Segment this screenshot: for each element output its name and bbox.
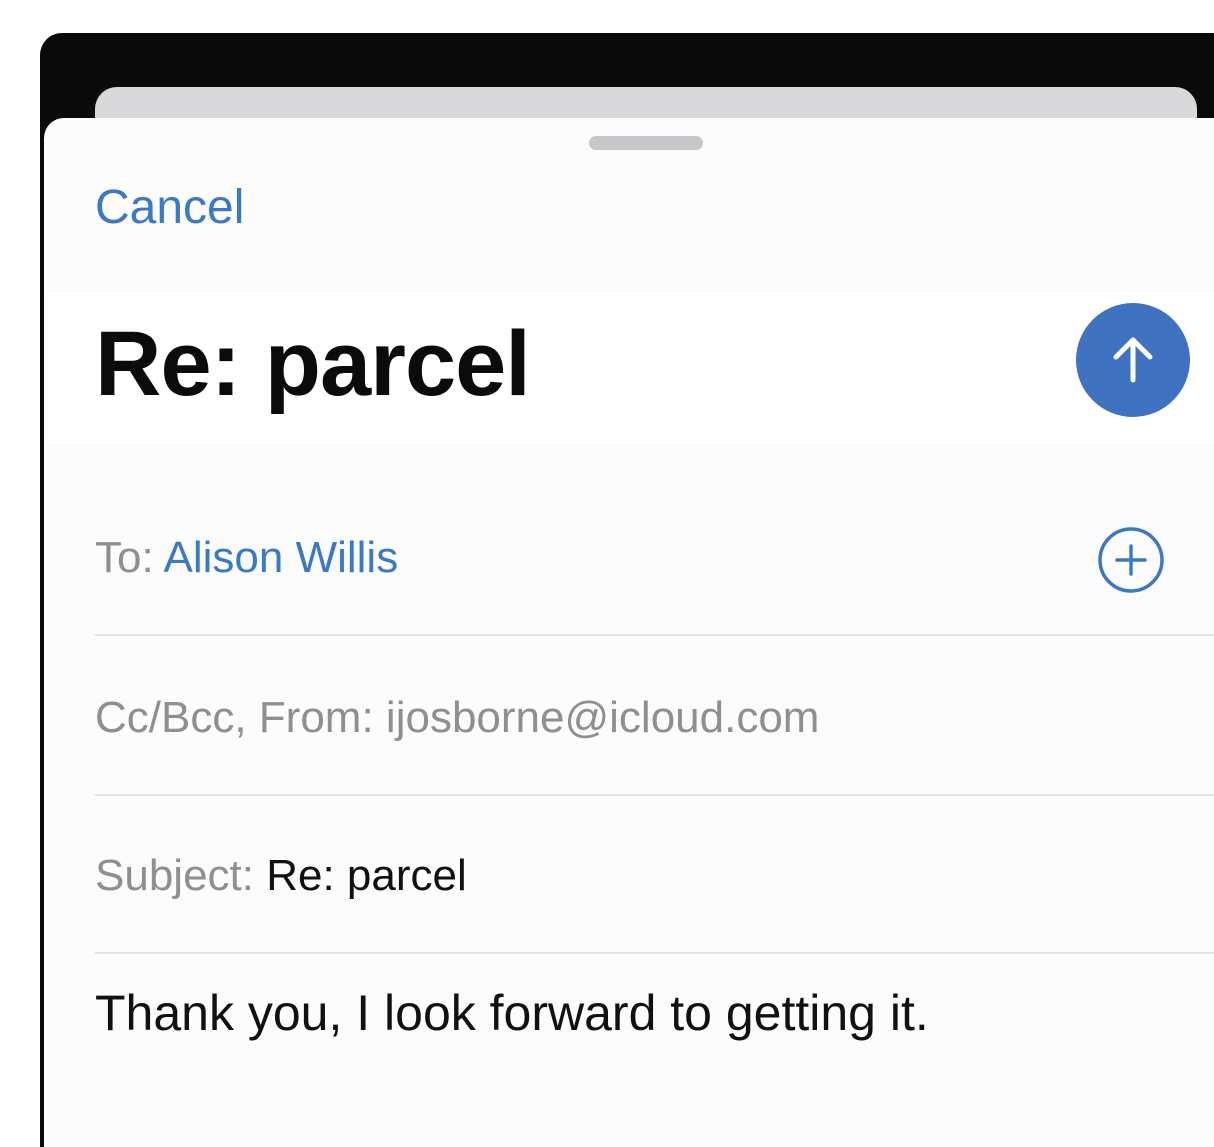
to-recipient[interactable]: Alison Willis: [164, 533, 399, 582]
cc-bcc-from-label: Cc/Bcc, From:: [95, 693, 374, 742]
arrow-up-icon: [1113, 337, 1153, 383]
subject-label: Subject:: [95, 851, 254, 900]
subject-value[interactable]: Re: parcel: [266, 851, 467, 900]
page-title: Re: parcel: [95, 313, 531, 415]
screen: Cancel Re: parcel To: Alison Willis Cc/B…: [0, 0, 1214, 1147]
sheet-grabber[interactable]: [589, 136, 703, 150]
send-button[interactable]: [1076, 303, 1190, 417]
divider: [95, 952, 1214, 954]
add-recipient-button[interactable]: [1097, 526, 1165, 594]
from-address[interactable]: ijosborne@icloud.com: [386, 693, 820, 742]
to-label: To:: [95, 533, 154, 582]
cc-bcc-from-field[interactable]: Cc/Bcc, From: ijosborne@icloud.com: [95, 696, 1214, 740]
subject-field[interactable]: Subject: Re: parcel: [95, 854, 1214, 898]
cancel-button[interactable]: Cancel: [95, 184, 244, 232]
divider: [95, 634, 1214, 636]
plus-circle-icon: [1098, 527, 1164, 593]
divider: [95, 794, 1214, 796]
message-body[interactable]: Thank you, I look forward to getting it.: [95, 988, 929, 1038]
to-field[interactable]: To: Alison Willis: [95, 536, 1214, 580]
compose-sheet: Cancel Re: parcel To: Alison Willis Cc/B…: [44, 118, 1214, 1147]
